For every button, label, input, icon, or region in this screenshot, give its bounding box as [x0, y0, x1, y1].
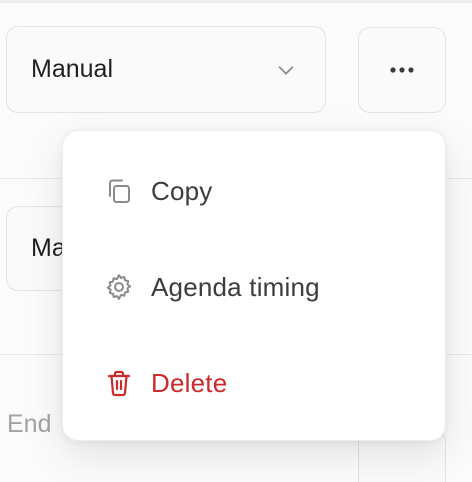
- menu-item-agenda-timing-label: Agenda timing: [151, 271, 320, 302]
- menu-item-copy-label: Copy: [151, 175, 213, 206]
- copy-icon: [103, 175, 135, 207]
- more-options-button[interactable]: [358, 27, 446, 113]
- end-label: End: [7, 410, 52, 438]
- more-horizontal-icon: [390, 67, 414, 73]
- context-menu: Copy Agenda timing Delete: [62, 130, 446, 441]
- menu-item-agenda-timing[interactable]: Agenda timing: [63, 255, 445, 319]
- trash-icon: [103, 367, 135, 399]
- mode-select[interactable]: Manual: [6, 26, 326, 113]
- mode-select-value: Manual: [31, 55, 113, 83]
- app-canvas: Manual Ma End Copy Agenda timing Delete: [0, 0, 472, 482]
- chevron-down-icon: [278, 65, 294, 75]
- menu-item-delete[interactable]: Delete: [63, 351, 445, 415]
- menu-item-delete-label: Delete: [151, 367, 228, 398]
- menu-item-copy[interactable]: Copy: [63, 159, 445, 223]
- mode-select-2-value: Ma: [31, 234, 66, 262]
- gear-icon: [103, 271, 135, 303]
- top-edge-divider: [0, 0, 472, 3]
